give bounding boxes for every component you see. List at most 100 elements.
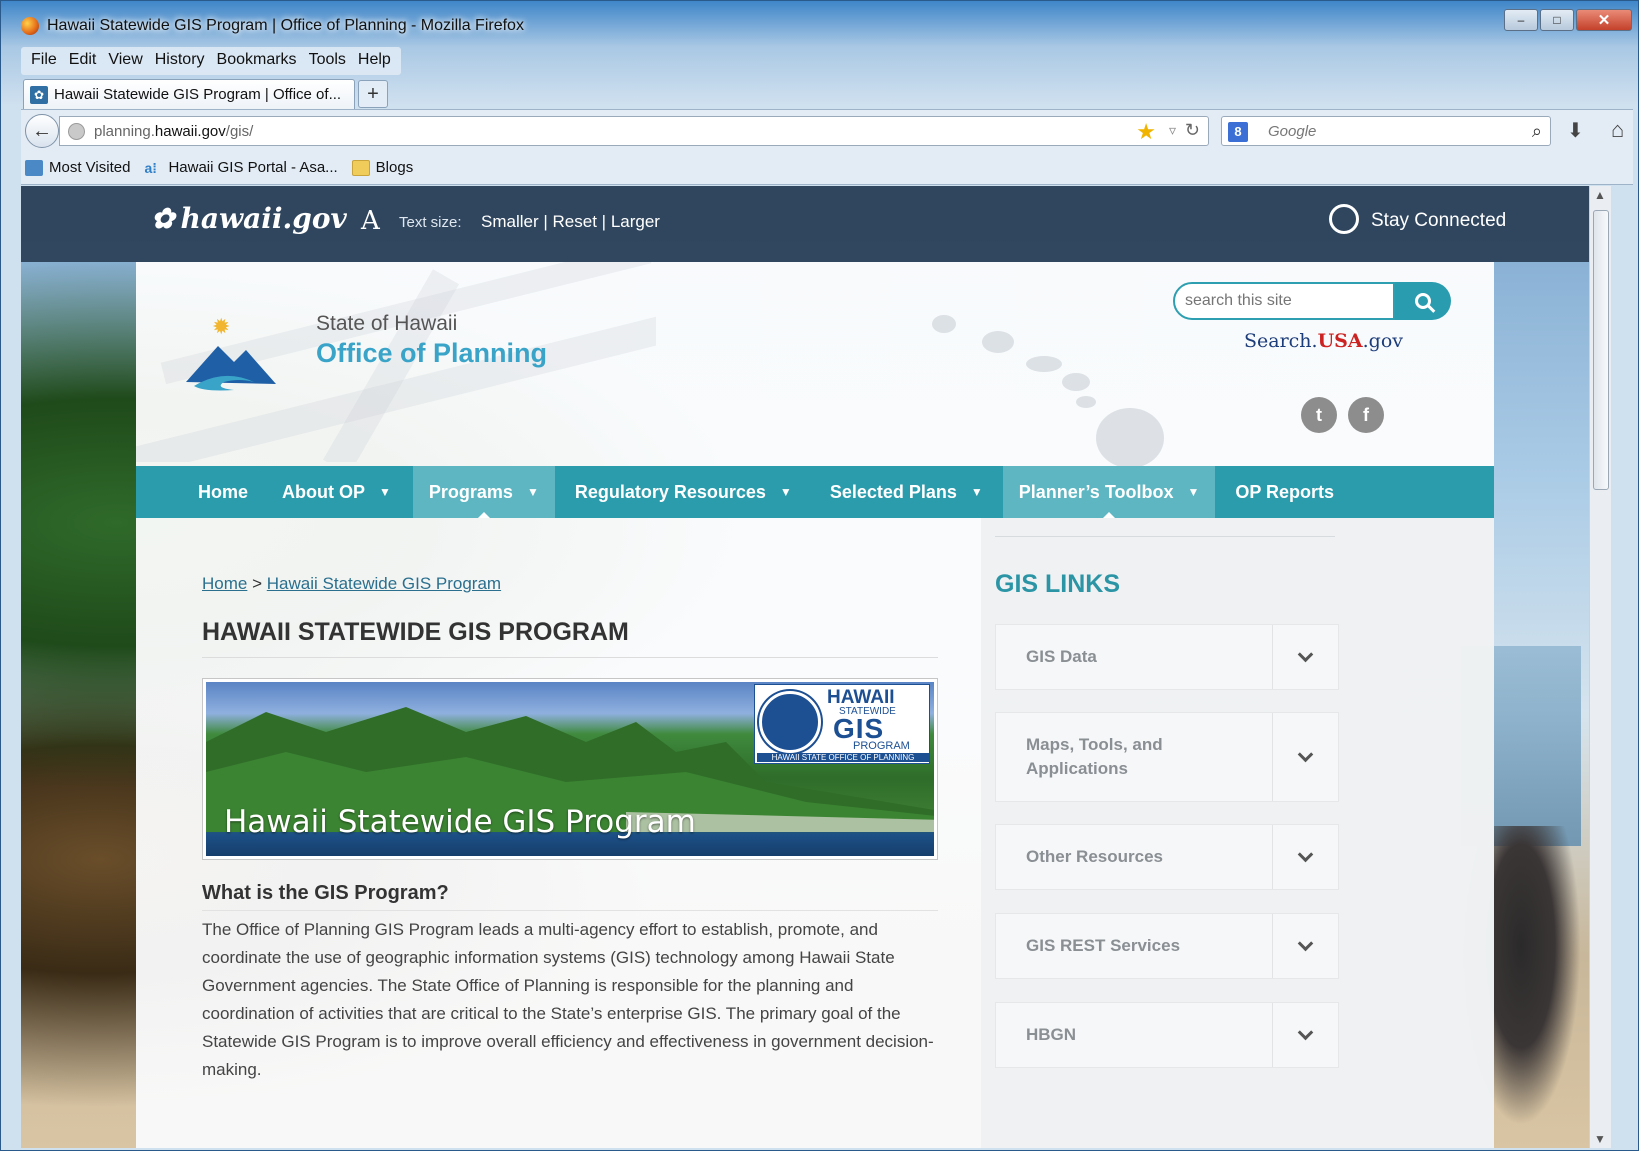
- text-size-controls: Smaller | Reset | Larger: [481, 212, 660, 231]
- section-heading: What is the GIS Program?: [202, 882, 449, 904]
- menu-tools[interactable]: Tools: [303, 47, 352, 75]
- portal-icon: a⁞: [144, 159, 157, 176]
- divider: [202, 910, 938, 911]
- home-icon[interactable]: ⌂: [1611, 117, 1624, 143]
- chevron-down-icon[interactable]: [1272, 825, 1338, 889]
- active-pointer: [477, 512, 490, 518]
- chevron-down-icon[interactable]: [1272, 713, 1338, 801]
- firefox-icon: [21, 17, 39, 35]
- url-text[interactable]: planning.hawaii.gov/gis/: [94, 123, 253, 140]
- bookmark-gis-portal[interactable]: a⁞ Hawaii GIS Portal - Asa...: [144, 159, 337, 176]
- site-search-button[interactable]: [1395, 282, 1451, 320]
- page-viewport: ✿ hawaii.gov A Text size: Smaller | Reset…: [21, 186, 1611, 1148]
- gis-links-sidebar: GIS LINKS GIS Data Maps, Tools, and Appl…: [981, 518, 1494, 1148]
- bookmark-most-visited[interactable]: Most Visited: [25, 159, 130, 176]
- menu-bookmarks[interactable]: Bookmarks: [211, 47, 303, 75]
- menu-help[interactable]: Help: [352, 47, 397, 75]
- tab-label: Hawaii Statewide GIS Program | Office of…: [54, 86, 342, 103]
- state-of-hawaii-label: State of Hawaii: [316, 312, 458, 335]
- accordion-gis-rest-services[interactable]: GIS REST Services: [995, 913, 1339, 979]
- history-dropdown-icon[interactable]: ▿: [1169, 122, 1176, 139]
- new-tab-button[interactable]: +: [358, 80, 388, 108]
- accordion-other-resources[interactable]: Other Resources: [995, 824, 1339, 890]
- nav-programs[interactable]: Programs ▼: [412, 466, 555, 518]
- divider: [995, 536, 1335, 537]
- gis-program-banner: Hawaii Statewide GIS Program HAWAII STAT…: [202, 678, 938, 860]
- reload-icon[interactable]: ↻: [1185, 120, 1200, 141]
- nav-op-reports[interactable]: OP Reports: [1215, 466, 1348, 518]
- favicon-icon: ✿: [30, 85, 48, 104]
- page-card: ✹ State of Hawaii Office of Planning Sea…: [136, 262, 1494, 1148]
- bookmarks-toolbar: Most Visited a⁞ Hawaii GIS Portal - Asa..…: [21, 151, 1633, 185]
- menu-bar: File Edit View History Bookmarks Tools H…: [21, 47, 401, 75]
- gis-links-title: GIS LINKS: [995, 570, 1121, 598]
- bookmark-star-icon[interactable]: ★: [1136, 119, 1156, 145]
- caret-down-icon: ▼: [526, 485, 539, 499]
- hawaii-islands-watermark: [932, 315, 1164, 468]
- office-of-planning-title[interactable]: Office of Planning: [316, 338, 547, 369]
- accordion-hbgn[interactable]: HBGN: [995, 1002, 1339, 1068]
- banner-title: Hawaii Statewide GIS Program: [224, 804, 696, 840]
- main-navigation: Home About OP ▼ Programs ▼ Regulatory Reso…: [136, 466, 1494, 518]
- nav-about-op[interactable]: About OP ▼: [268, 466, 413, 518]
- back-button[interactable]: ←: [25, 114, 59, 148]
- menu-view[interactable]: View: [102, 47, 148, 75]
- breadcrumb-home[interactable]: Home: [202, 574, 247, 593]
- window-controls: – □ ✕: [1504, 9, 1632, 31]
- url-bar[interactable]: planning.hawaii.gov/gis/ ★ ▿ ↻: [59, 116, 1209, 146]
- menu-edit[interactable]: Edit: [63, 47, 103, 75]
- accordion-maps-tools[interactable]: Maps, Tools, and Applications: [995, 712, 1339, 802]
- text-reset-link[interactable]: Reset: [553, 212, 597, 231]
- scroll-down-icon[interactable]: ▼: [1594, 1132, 1606, 1146]
- twitter-icon[interactable]: t: [1301, 397, 1337, 433]
- caret-down-icon: ▼: [379, 485, 391, 499]
- browser-window: Hawaii Statewide GIS Program | Office of…: [0, 0, 1639, 1151]
- search-usa-logo[interactable]: Search.USA.gov: [1244, 330, 1403, 352]
- facebook-icon[interactable]: f: [1348, 397, 1384, 433]
- download-icon[interactable]: ⬇: [1567, 118, 1584, 143]
- search-engine-placeholder: Google: [1268, 123, 1317, 140]
- vertical-scrollbar[interactable]: ▲ ▼: [1589, 186, 1611, 1148]
- search-bar[interactable]: 8 Google ⌕: [1221, 116, 1551, 146]
- office-of-planning-logo[interactable]: [184, 332, 278, 392]
- scroll-thumb[interactable]: [1593, 210, 1609, 490]
- nav-regulatory-resources[interactable]: Regulatory Resources ▼: [555, 466, 814, 518]
- window-title: Hawaii Statewide GIS Program | Office of…: [47, 17, 524, 34]
- hawaii-gov-bar: ✿ hawaii.gov A Text size: Smaller | Reset…: [21, 186, 1589, 262]
- gis-program-badge: HAWAII STATEWIDE GIS PROGRAM HAWAII STAT…: [754, 684, 930, 764]
- site-search-input[interactable]: [1173, 282, 1395, 320]
- search-engine-icon[interactable]: 8: [1228, 122, 1248, 142]
- chevron-down-icon[interactable]: [1272, 914, 1338, 978]
- menu-file[interactable]: File: [25, 47, 63, 75]
- text-larger-link[interactable]: Larger: [611, 212, 660, 231]
- caret-down-icon: ▼: [779, 485, 792, 499]
- accordion-gis-data[interactable]: GIS Data: [995, 624, 1339, 690]
- most-visited-icon: [25, 159, 43, 176]
- text-size-icon: A: [361, 206, 380, 236]
- site-identity-icon[interactable]: [68, 123, 85, 140]
- breadcrumb-gis-program[interactable]: Hawaii Statewide GIS Program: [267, 574, 501, 593]
- tab-gis-program[interactable]: ✿ Hawaii Statewide GIS Program | Office …: [23, 79, 355, 109]
- minimize-button[interactable]: –: [1504, 9, 1538, 31]
- stay-connected-link[interactable]: Stay Connected: [1371, 210, 1506, 232]
- nav-selected-plans[interactable]: Selected Plans ▼: [814, 466, 1003, 518]
- nav-planners-toolbox[interactable]: Planner’s Toolbox ▼: [1002, 466, 1216, 518]
- nav-home[interactable]: Home: [136, 466, 268, 518]
- bookmark-blogs[interactable]: Blogs: [351, 159, 413, 176]
- maximize-button[interactable]: □: [1540, 9, 1574, 31]
- caret-down-icon: ▼: [970, 485, 983, 499]
- hibiscus-icon: ✿: [151, 202, 175, 235]
- close-button[interactable]: ✕: [1576, 9, 1632, 31]
- chevron-down-icon[interactable]: [1272, 625, 1338, 689]
- search-go-icon[interactable]: ⌕: [1532, 121, 1542, 142]
- globe-connect-icon[interactable]: [1329, 204, 1359, 234]
- globe-icon: [759, 691, 821, 753]
- text-smaller-link[interactable]: Smaller: [481, 212, 539, 231]
- search-icon: [1415, 293, 1431, 309]
- banner-image: Hawaii Statewide GIS Program HAWAII STAT…: [206, 682, 934, 856]
- hawaii-gov-logo[interactable]: ✿ hawaii.gov: [151, 202, 347, 235]
- breadcrumb: Home > Hawaii Statewide GIS Program: [202, 574, 502, 593]
- scroll-up-icon[interactable]: ▲: [1594, 188, 1606, 202]
- menu-history[interactable]: History: [149, 47, 211, 75]
- chevron-down-icon[interactable]: [1272, 1003, 1338, 1067]
